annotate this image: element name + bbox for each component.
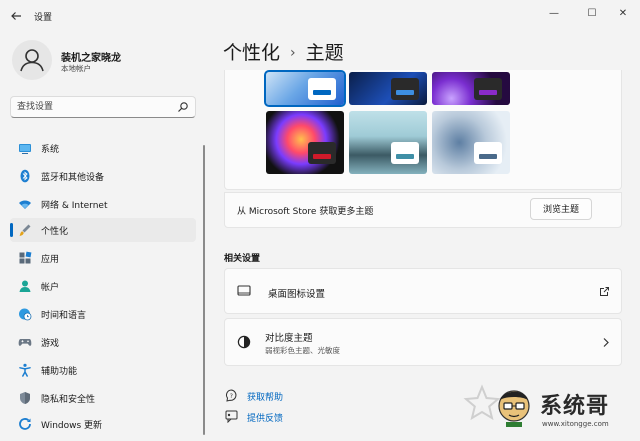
monitor-icon <box>19 144 31 154</box>
desktop-icons-label: 桌面图标设置 <box>268 289 326 300</box>
sidebar-item-label: Windows 更新 <box>41 421 103 431</box>
sidebar-item-system[interactable]: 系统 <box>10 136 196 160</box>
active-indicator <box>10 223 13 237</box>
theme-swatch <box>474 142 502 164</box>
gamepad-icon <box>18 339 32 346</box>
page-title: 主题 <box>305 42 344 64</box>
theme-tile-captured-motion[interactable] <box>266 111 344 174</box>
sidebar-item-label: 帐户 <box>41 283 60 293</box>
theme-tile-sunrise[interactable] <box>349 111 427 174</box>
accessibility-icon <box>19 363 31 377</box>
maximize-button[interactable]: ☐ <box>578 5 606 23</box>
breadcrumb: 个性化 › 主题 <box>223 38 344 65</box>
wifi-icon <box>19 200 31 209</box>
give-feedback-link[interactable]: 提供反馈 <box>247 411 283 424</box>
sidebar-item-gaming[interactable]: 游戏 <box>10 330 196 354</box>
theme-swatch <box>308 78 336 100</box>
sidebar-item-windows-update[interactable]: Windows 更新 <box>10 412 196 436</box>
close-button[interactable]: ✕ <box>609 5 637 23</box>
mascot-face-icon <box>498 390 530 427</box>
contrast-icon <box>237 335 251 349</box>
contrast-themes-label: 对比度主题 <box>265 333 313 344</box>
globe-clock-icon <box>19 308 32 321</box>
title-bar: 设置 — ☐ ✕ <box>0 0 640 32</box>
avatar[interactable] <box>12 40 52 80</box>
theme-tile-flow[interactable] <box>432 111 510 174</box>
sidebar-item-privacy[interactable]: 隐私和安全性 <box>10 386 196 410</box>
theme-tile-windows-dark[interactable] <box>349 72 427 105</box>
sidebar-scrollbar[interactable] <box>203 145 205 435</box>
theme-swatch <box>391 78 419 100</box>
external-link-icon <box>600 287 609 296</box>
desktop-icon <box>237 285 251 296</box>
sidebar-item-label: 网络 & Internet <box>41 201 108 211</box>
window-title: 设置 <box>34 13 53 23</box>
search-input[interactable] <box>17 100 167 114</box>
desktop-icons-row[interactable]: 桌面图标设置 <box>224 268 622 314</box>
theme-swatch <box>474 78 502 100</box>
theme-swatch <box>391 142 419 164</box>
sidebar-item-accounts[interactable]: 帐户 <box>10 274 196 298</box>
get-help-link[interactable]: 获取帮助 <box>247 390 283 403</box>
watermark-url: www.xitongge.com <box>542 420 609 428</box>
sidebar-item-network[interactable]: 网络 & Internet <box>10 192 196 216</box>
sidebar-item-accessibility[interactable]: 辅助功能 <box>10 358 196 382</box>
watermark-brand: 系统哥 <box>540 394 610 419</box>
contrast-themes-row[interactable]: 对比度主题 弱视彩色主题、光敏度 <box>224 318 622 366</box>
watermark-logo: 系统哥 www.xitongge.com <box>462 380 640 441</box>
related-settings-title: 相关设置 <box>224 254 261 264</box>
theme-tile-windows-light[interactable] <box>264 70 346 107</box>
store-text: 从 Microsoft Store 获取更多主题 <box>237 207 374 217</box>
back-button[interactable] <box>6 7 26 25</box>
sidebar-item-label: 隐私和安全性 <box>41 395 96 405</box>
update-icon <box>19 418 31 430</box>
breadcrumb-parent[interactable]: 个性化 <box>223 42 280 64</box>
sidebar-item-bluetooth[interactable]: 蓝牙和其他设备 <box>10 164 196 188</box>
person-icon <box>19 280 31 292</box>
theme-swatch <box>308 142 336 164</box>
contrast-themes-sub: 弱视彩色主题、光敏度 <box>265 346 340 355</box>
theme-tile-glow[interactable] <box>432 72 510 105</box>
shield-icon <box>20 392 30 404</box>
bluetooth-icon <box>20 169 30 183</box>
back-arrow-icon <box>11 12 21 20</box>
sidebar-item-label: 辅助功能 <box>41 367 78 377</box>
chevron-right-icon <box>603 338 609 347</box>
sidebar-item-time-language[interactable]: 时间和语言 <box>10 302 196 326</box>
sidebar-item-label: 应用 <box>41 255 60 265</box>
help-icon: ? <box>226 389 237 402</box>
minimize-button[interactable]: — <box>540 5 568 23</box>
sidebar-item-label: 游戏 <box>41 339 60 349</box>
search-box[interactable] <box>10 96 196 118</box>
user-name: 装机之家晓龙 <box>61 53 121 64</box>
search-icon[interactable] <box>177 101 189 113</box>
sidebar-item-label: 蓝牙和其他设备 <box>41 173 105 183</box>
sidebar-item-label: 时间和语言 <box>41 311 87 321</box>
brush-icon <box>19 224 31 236</box>
sidebar-item-apps[interactable]: 应用 <box>10 246 196 270</box>
svg-text:?: ? <box>230 393 233 400</box>
sidebar-item-label: 系统 <box>41 145 60 155</box>
feedback-icon <box>225 410 238 423</box>
sidebar-item-label: 个性化 <box>41 227 69 237</box>
apps-icon <box>19 251 32 264</box>
browse-themes-button[interactable]: 浏览主题 <box>530 198 592 220</box>
breadcrumb-separator: › <box>290 45 296 61</box>
user-avatar-icon <box>20 49 44 72</box>
sidebar-item-personalization[interactable]: 个性化 <box>10 218 196 242</box>
account-type: 本地帐户 <box>61 64 91 73</box>
